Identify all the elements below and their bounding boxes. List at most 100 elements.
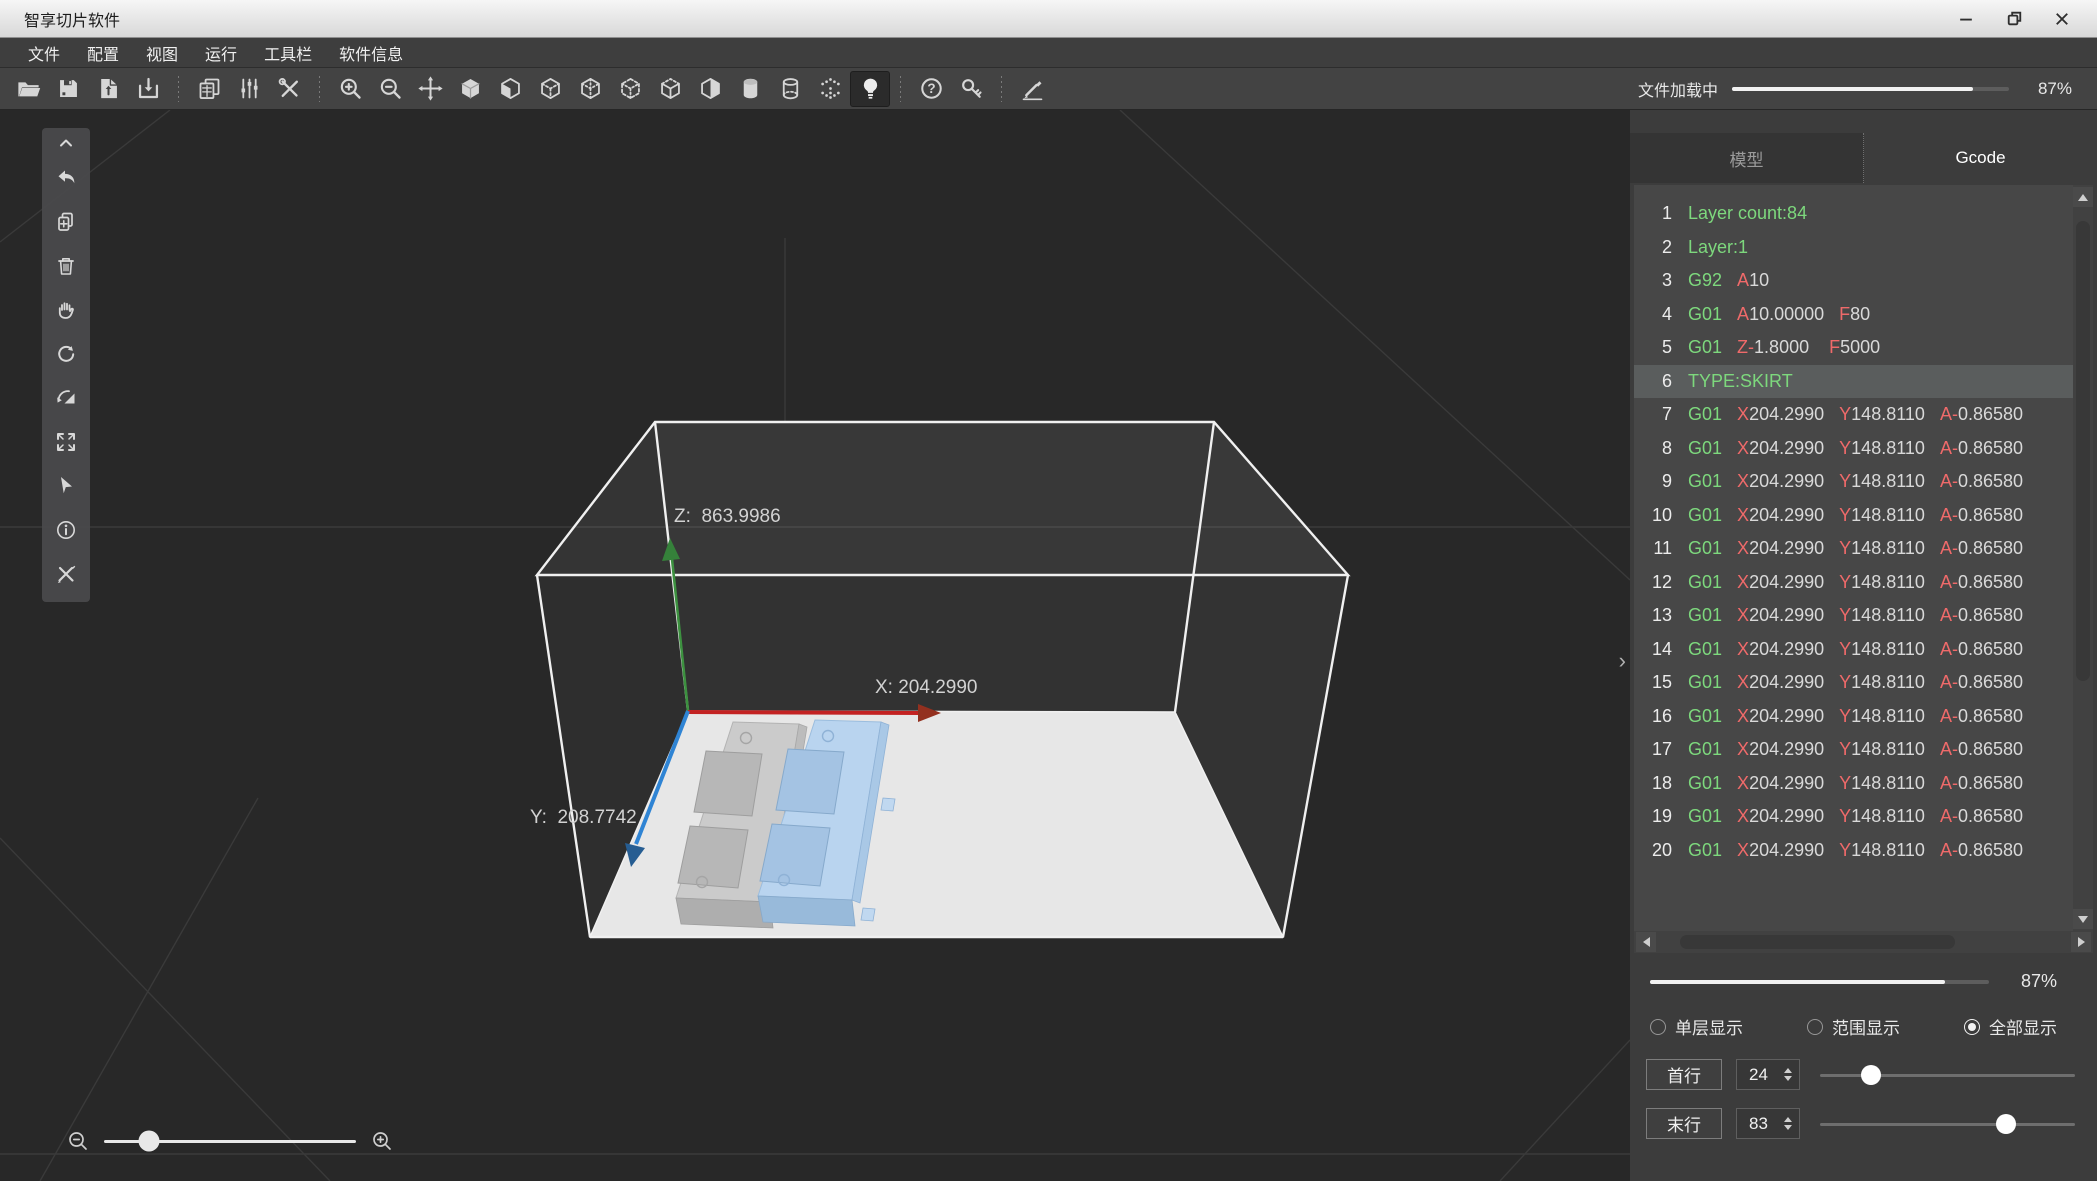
move-view-button[interactable]: [410, 71, 450, 107]
export-model-button[interactable]: [88, 71, 128, 107]
vertical-scroll-thumb[interactable]: [2076, 221, 2090, 681]
fit-view-button[interactable]: [42, 420, 90, 464]
collapse-up-button[interactable]: [42, 130, 90, 156]
radio-range[interactable]: 范围显示: [1807, 1014, 1900, 1039]
gcode-token: Y: [1839, 672, 1851, 693]
gcode-row-19[interactable]: 19G01 X204.2990 Y148.8110 A-0.86580: [1634, 800, 2073, 834]
gcode-row-7[interactable]: 7G01 X204.2990 Y148.8110 A-0.86580: [1634, 398, 2073, 432]
first-line-button[interactable]: 首行: [1646, 1059, 1722, 1090]
undo-button[interactable]: [42, 156, 90, 200]
gcode-row-2[interactable]: 2Layer:1: [1634, 231, 2073, 265]
mirror-model-button[interactable]: [42, 376, 90, 420]
copy-params-button[interactable]: [189, 71, 229, 107]
zoom-out-button[interactable]: [370, 71, 410, 107]
gcode-row-15[interactable]: 15G01 X204.2990 Y148.8110 A-0.86580: [1634, 666, 2073, 700]
gcode-token: Y: [1839, 739, 1851, 760]
gcode-row-5[interactable]: 5G01 Z-1.8000 F5000: [1634, 331, 2073, 365]
menu-item-toolbar[interactable]: 工具栏: [264, 41, 312, 65]
menu-item-about[interactable]: 软件信息: [339, 41, 403, 65]
horizontal-scroll-thumb[interactable]: [1680, 935, 1955, 949]
save-button[interactable]: [48, 71, 88, 107]
view-wireframe-hidden-button[interactable]: [570, 71, 610, 107]
zoom-in-button[interactable]: [330, 71, 370, 107]
view-section-button[interactable]: [690, 71, 730, 107]
last-line-slider[interactable]: [1820, 1114, 2075, 1134]
scroll-right-button[interactable]: [2071, 932, 2091, 952]
first-line-slider-thumb[interactable]: [1861, 1065, 1881, 1085]
view-surface-button[interactable]: [490, 71, 530, 107]
last-line-slider-thumb[interactable]: [1996, 1114, 2016, 1134]
tab-model[interactable]: 模型: [1630, 133, 1864, 183]
gcode-row-14[interactable]: 14G01 X204.2990 Y148.8110 A-0.86580: [1634, 633, 2073, 667]
view-dashed-button[interactable]: [610, 71, 650, 107]
gcode-row-18[interactable]: 18G01 X204.2990 Y148.8110 A-0.86580: [1634, 767, 2073, 801]
zoom-slider-thumb[interactable]: [139, 1131, 160, 1152]
rotate-model-button[interactable]: [42, 332, 90, 376]
horizontal-scrollbar[interactable]: [1634, 931, 2093, 953]
restore-button[interactable]: [1997, 6, 2031, 32]
mark-pen-button[interactable]: [1012, 71, 1052, 107]
import-file-button[interactable]: [128, 71, 168, 107]
cylinder-wireframe-button[interactable]: [770, 71, 810, 107]
select-model-button[interactable]: [42, 464, 90, 508]
cylinder-solid-button[interactable]: [730, 71, 770, 107]
gcode-token: [1925, 739, 1940, 760]
zoom-out-icon[interactable]: [66, 1129, 90, 1153]
model-info-button[interactable]: [42, 508, 90, 552]
last-line-button[interactable]: 末行: [1646, 1108, 1722, 1139]
zoom-slider-track[interactable]: [104, 1140, 356, 1143]
view-open-box-button[interactable]: [650, 71, 690, 107]
menu-item-view[interactable]: 视图: [146, 41, 178, 65]
scroll-down-button[interactable]: [2073, 909, 2093, 929]
restore-icon: [2007, 11, 2022, 26]
gcode-token: [1722, 337, 1737, 358]
pan-view-button[interactable]: [42, 288, 90, 332]
view-wireframe-button[interactable]: [530, 71, 570, 107]
mirror-scale-icon: [54, 386, 78, 410]
scroll-up-button[interactable]: [2073, 187, 2093, 207]
gcode-row-8[interactable]: 8G01 X204.2990 Y148.8110 A-0.86580: [1634, 432, 2073, 466]
panel-collapse-chevron[interactable]: ›: [1619, 648, 1626, 674]
radio-single-layer[interactable]: 单层显示: [1650, 1014, 1743, 1039]
gcode-token: X: [1737, 840, 1749, 861]
vertical-scrollbar[interactable]: [2073, 185, 2093, 931]
duplicate-model-button[interactable]: [42, 200, 90, 244]
view-solid-button[interactable]: [450, 71, 490, 107]
menu-item-run[interactable]: 运行: [205, 41, 237, 65]
tools-button[interactable]: [269, 71, 309, 107]
tab-gcode[interactable]: Gcode: [1864, 133, 2097, 183]
gcode-row-13[interactable]: 13G01 X204.2990 Y148.8110 A-0.86580: [1634, 599, 2073, 633]
minimize-button[interactable]: [1949, 6, 1983, 32]
zoom-in-icon[interactable]: [370, 1129, 394, 1153]
light-toggle-button[interactable]: [850, 71, 890, 107]
gcode-row-9[interactable]: 9G01 X204.2990 Y148.8110 A-0.86580: [1634, 465, 2073, 499]
menu-item-config[interactable]: 配置: [87, 41, 119, 65]
gcode-row-1[interactable]: 1Layer count:84: [1634, 197, 2073, 231]
last-line-spinner[interactable]: 83: [1736, 1108, 1800, 1139]
spinner-arrows[interactable]: [1780, 1068, 1796, 1081]
open-file-button[interactable]: [8, 71, 48, 107]
first-line-spinner[interactable]: 24: [1736, 1059, 1800, 1090]
repair-model-button[interactable]: [42, 552, 90, 596]
spinner-arrows[interactable]: [1780, 1117, 1796, 1130]
gcode-row-3[interactable]: 3G92 A10: [1634, 264, 2073, 298]
license-key-button[interactable]: [951, 71, 991, 107]
gcode-row-6[interactable]: 6TYPE:SKIRT: [1634, 365, 2073, 399]
close-button[interactable]: [2045, 6, 2079, 32]
gcode-row-10[interactable]: 10G01 X204.2990 Y148.8110 A-0.86580: [1634, 499, 2073, 533]
gcode-row-11[interactable]: 11G01 X204.2990 Y148.8110 A-0.86580: [1634, 532, 2073, 566]
gcode-row-16[interactable]: 16G01 X204.2990 Y148.8110 A-0.86580: [1634, 700, 2073, 734]
menu-item-file[interactable]: 文件: [28, 41, 60, 65]
gcode-row-17[interactable]: 17G01 X204.2990 Y148.8110 A-0.86580: [1634, 733, 2073, 767]
viewport-3d[interactable]: Z: 863.9986 X: 204.2990 Y: 208.7742: [0, 110, 1630, 1181]
param-sliders-button[interactable]: [229, 71, 269, 107]
point-cloud-button[interactable]: [810, 71, 850, 107]
gcode-row-4[interactable]: 4G01 A10.00000 F80: [1634, 298, 2073, 332]
gcode-row-12[interactable]: 12G01 X204.2990 Y148.8110 A-0.86580: [1634, 566, 2073, 600]
delete-model-button[interactable]: [42, 244, 90, 288]
scroll-left-button[interactable]: [1636, 932, 1656, 952]
help-button[interactable]: ?: [911, 71, 951, 107]
radio-all[interactable]: 全部显示: [1964, 1014, 2057, 1039]
gcode-row-20[interactable]: 20G01 X204.2990 Y148.8110 A-0.86580: [1634, 834, 2073, 868]
first-line-slider[interactable]: [1820, 1065, 2075, 1085]
